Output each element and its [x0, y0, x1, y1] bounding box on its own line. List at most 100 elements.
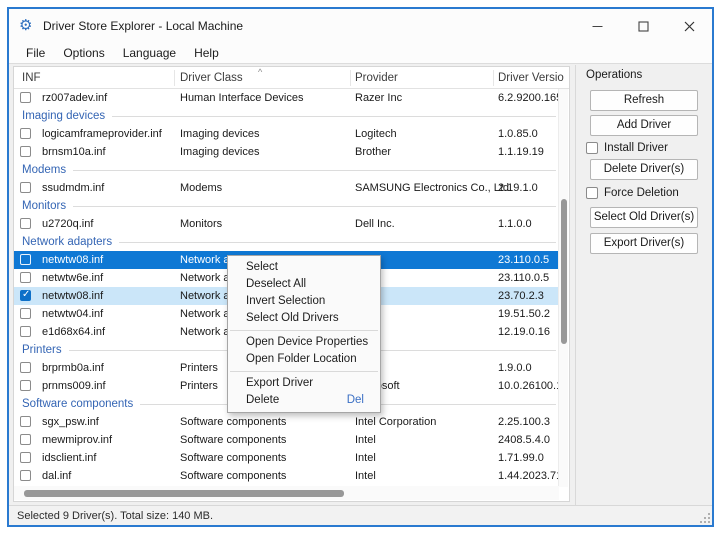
- row-checkbox[interactable]: [20, 326, 31, 337]
- maximize-button[interactable]: [620, 9, 666, 43]
- checkbox-icon[interactable]: [586, 187, 598, 199]
- context-menu-item-deselect-all[interactable]: Deselect All: [228, 276, 380, 293]
- row-checkbox[interactable]: [20, 452, 31, 463]
- cell-driver-class: Printers: [180, 359, 218, 377]
- install-driver-label: Install Driver: [604, 142, 668, 154]
- delete-drivers-button[interactable]: Delete Driver(s): [590, 159, 698, 180]
- table-row[interactable]: dal.inf Software components Intel 1.44.2…: [14, 467, 559, 485]
- cell-version: 23.70.2.3: [498, 287, 559, 305]
- force-deletion-checkbox[interactable]: Force Deletion: [586, 187, 679, 199]
- context-menu-item-delete[interactable]: Delete Del: [228, 392, 380, 409]
- cell-driver-class: Network a: [180, 323, 230, 341]
- sort-ascending-icon: ^: [258, 68, 262, 77]
- cell-provider: Intel Corporation: [355, 413, 436, 431]
- cell-provider: Razer Inc: [355, 89, 402, 107]
- refresh-button[interactable]: Refresh: [590, 90, 698, 111]
- context-menu-item-open-device-properties[interactable]: Open Device Properties: [228, 334, 380, 351]
- menu-file[interactable]: File: [17, 44, 54, 62]
- cell-inf: idsclient.inf: [42, 449, 96, 467]
- table-row[interactable]: mewmiprov.inf Software components Intel …: [14, 431, 559, 449]
- context-menu-item-invert-selection[interactable]: Invert Selection: [228, 293, 380, 310]
- row-checkbox-checked[interactable]: [20, 290, 31, 301]
- table-row[interactable]: brnsm10a.inf Imaging devices Brother 1.1…: [14, 143, 559, 161]
- row-checkbox[interactable]: [20, 146, 31, 157]
- horizontal-scrollbar[interactable]: [14, 486, 559, 500]
- status-text: Selected 9 Driver(s). Total size: 140 MB…: [17, 510, 213, 522]
- menu-language[interactable]: Language: [114, 44, 185, 62]
- cell-version: 2.25.100.3: [498, 413, 559, 431]
- cell-driver-class: Monitors: [180, 215, 222, 233]
- row-checkbox[interactable]: [20, 434, 31, 445]
- group-header: Imaging devices: [14, 107, 559, 125]
- table-row[interactable]: sgx_psw.inf Software components Intel Co…: [14, 413, 559, 431]
- row-checkbox[interactable]: [20, 470, 31, 481]
- context-menu-delete-label: Delete: [246, 394, 279, 406]
- row-checkbox[interactable]: [20, 362, 31, 373]
- row-checkbox[interactable]: [20, 380, 31, 391]
- add-driver-button[interactable]: Add Driver: [590, 115, 698, 136]
- table-row[interactable]: u2720q.inf Monitors Dell Inc. 1.1.0.0: [14, 215, 559, 233]
- operations-panel: Operations Refresh Add Driver Install Dr…: [575, 65, 711, 505]
- cell-driver-class: Software components: [180, 467, 286, 485]
- cell-inf: logicamframeprovider.inf: [42, 125, 162, 143]
- cell-version: 1.0.85.0: [498, 125, 559, 143]
- context-menu-item-export-driver[interactable]: Export Driver: [228, 375, 380, 392]
- row-checkbox[interactable]: [20, 416, 31, 427]
- install-driver-checkbox[interactable]: Install Driver: [586, 142, 668, 154]
- context-menu-separator: [230, 371, 378, 372]
- vertical-scrollbar[interactable]: [558, 89, 568, 487]
- row-checkbox[interactable]: [20, 128, 31, 139]
- select-old-drivers-button[interactable]: Select Old Driver(s): [590, 207, 698, 228]
- table-row[interactable]: idsclient.inf Software components Intel …: [14, 449, 559, 467]
- group-divider: [112, 116, 556, 117]
- row-checkbox[interactable]: [20, 92, 31, 103]
- column-header-provider[interactable]: Provider: [355, 67, 398, 89]
- row-checkbox[interactable]: [20, 254, 31, 265]
- close-icon: [684, 21, 695, 32]
- cell-provider: Dell Inc.: [355, 215, 395, 233]
- checkbox-icon[interactable]: [586, 142, 598, 154]
- resize-grip-icon[interactable]: [699, 512, 711, 524]
- minimize-icon: [592, 21, 603, 32]
- menu-help[interactable]: Help: [185, 44, 228, 62]
- cell-version: 12.19.0.16: [498, 323, 559, 341]
- cell-inf: ssudmdm.inf: [42, 179, 104, 197]
- app-gear-icon: ⚙: [19, 18, 35, 34]
- context-menu-item-select[interactable]: Select: [228, 259, 380, 276]
- cell-driver-class: Imaging devices: [180, 125, 260, 143]
- row-checkbox[interactable]: [20, 308, 31, 319]
- close-button[interactable]: [666, 9, 712, 43]
- horizontal-scrollbar-thumb[interactable]: [24, 490, 344, 497]
- cell-inf: rz007adev.inf: [42, 89, 107, 107]
- cell-version: 1.1.0.0: [498, 215, 559, 233]
- minimize-button[interactable]: [574, 9, 620, 43]
- context-menu-item-select-old-drivers[interactable]: Select Old Drivers: [228, 310, 380, 327]
- cell-version: 23.110.0.5: [498, 251, 559, 269]
- table-row[interactable]: rz007adev.inf Human Interface Devices Ra…: [14, 89, 559, 107]
- group-header: Monitors: [14, 197, 559, 215]
- menu-options[interactable]: Options: [54, 44, 113, 62]
- cell-provider: Logitech: [355, 125, 397, 143]
- column-header-driver-class[interactable]: Driver Class: [180, 67, 243, 89]
- row-checkbox[interactable]: [20, 218, 31, 229]
- table-row[interactable]: ssudmdm.inf Modems SAMSUNG Electronics C…: [14, 179, 559, 197]
- context-menu-item-open-folder-location[interactable]: Open Folder Location: [228, 351, 380, 368]
- cell-provider: Intel: [355, 431, 376, 449]
- cell-inf: brnsm10a.inf: [42, 143, 106, 161]
- table-row[interactable]: logicamframeprovider.inf Imaging devices…: [14, 125, 559, 143]
- export-drivers-button[interactable]: Export Driver(s): [590, 233, 698, 254]
- group-divider: [73, 170, 556, 171]
- window-title: Driver Store Explorer - Local Machine: [43, 19, 243, 33]
- cell-inf: prnms009.inf: [42, 377, 106, 395]
- cell-inf: netwtw04.inf: [42, 305, 103, 323]
- column-header-inf[interactable]: INF: [22, 67, 41, 89]
- context-menu: Select Deselect All Invert Selection Sel…: [227, 255, 381, 413]
- vertical-scrollbar-thumb[interactable]: [561, 199, 567, 344]
- menu-bar: File Options Language Help: [9, 43, 712, 64]
- column-header-driver-version[interactable]: Driver Versio: [498, 67, 564, 89]
- cell-driver-class: Software components: [180, 449, 286, 467]
- cell-inf: u2720q.inf: [42, 215, 93, 233]
- row-checkbox[interactable]: [20, 182, 31, 193]
- row-checkbox[interactable]: [20, 272, 31, 283]
- group-header: Network adapters: [14, 233, 559, 251]
